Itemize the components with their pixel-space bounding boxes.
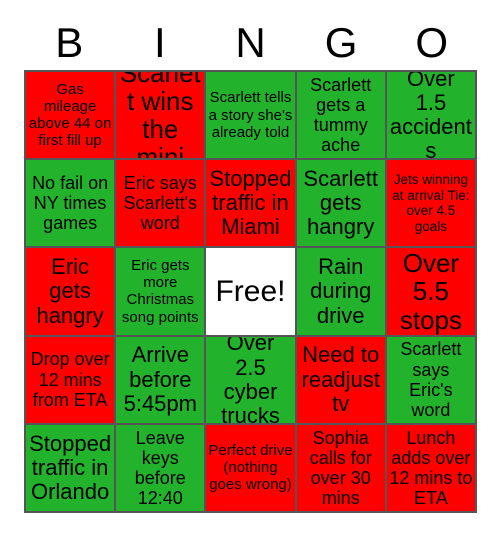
bingo-cell[interactable]: Scarlett gets hangry xyxy=(296,160,387,249)
bingo-cell[interactable]: Eric gets more Christmas song points xyxy=(116,248,207,337)
bingo-cell[interactable]: Perfect drive (nothing goes wrong) xyxy=(206,424,297,513)
bingo-cell[interactable]: Scarlett gets a tummy ache xyxy=(296,72,387,161)
bingo-cell-label: Eric says Scarlett's word xyxy=(123,173,198,234)
bingo-cell[interactable]: Eric says Scarlett's word xyxy=(116,160,207,249)
bingo-cell-label: Leave keys before 12:40 xyxy=(134,427,186,509)
bingo-cell[interactable]: Need to readjust tv xyxy=(296,336,387,425)
bingo-cell[interactable]: Over 5.5 stops xyxy=(386,248,477,337)
bingo-cell-label: Stopped traffic in Miami xyxy=(209,166,292,240)
bingo-cell-label: Drop over 12 mins from ETA xyxy=(30,349,110,410)
bingo-header-letter-n: N xyxy=(235,19,266,66)
bingo-header: BINGO xyxy=(24,16,477,70)
bingo-cell-label: Perfect drive (nothing goes wrong) xyxy=(208,442,293,494)
bingo-header-letter-i: I xyxy=(154,19,166,66)
bingo-free-space[interactable]: Free! xyxy=(206,248,297,337)
bingo-cell-label: Arrive before 5:45pm xyxy=(123,342,197,416)
bingo-cell[interactable]: Gas mileage above 44 on first fill up xyxy=(26,72,117,161)
bingo-cell[interactable]: No fail on NY times games xyxy=(26,160,117,249)
bingo-header-letter-o: O xyxy=(415,19,448,66)
bingo-cell-label: Sophia calls for over 30 mins xyxy=(309,427,372,509)
bingo-cell-label: Scarlett wins the mini xyxy=(119,72,201,161)
bingo-header-letter-b: B xyxy=(55,19,84,66)
bingo-cell[interactable]: Arrive before 5:45pm xyxy=(116,336,207,425)
bingo-cell[interactable]: Rain during drive xyxy=(296,248,387,337)
bingo-cell[interactable]: Over 2.5 cyber trucks xyxy=(206,336,297,425)
bingo-grid: Gas mileage above 44 on first fill up Sca… xyxy=(24,70,477,513)
bingo-cell[interactable]: Sophia calls for over 30 mins xyxy=(296,424,387,513)
bingo-cell-label: Need to readjust tv xyxy=(301,342,380,416)
bingo-cell-label: Scarlett gets a tummy ache xyxy=(310,74,372,156)
bingo-cell[interactable]: Eric gets hangry xyxy=(26,248,117,337)
bingo-cell[interactable]: Scarlett wins the mini xyxy=(116,72,207,161)
bingo-cell-label: Over 1.5 accidents xyxy=(389,72,472,161)
bingo-cell[interactable]: Leave keys before 12:40 xyxy=(116,424,207,513)
bingo-cell[interactable]: Scarlett says Eric's word xyxy=(386,336,477,425)
bingo-cell-label: Lunch adds over 12 mins to ETA xyxy=(389,427,473,509)
bingo-cell-label: Scarlett gets hangry xyxy=(303,166,378,240)
bingo-cell[interactable]: Stopped traffic in Miami xyxy=(206,160,297,249)
bingo-cell[interactable]: Drop over 12 mins from ETA xyxy=(26,336,117,425)
bingo-cell-label: Over 2.5 cyber trucks xyxy=(221,336,280,425)
bingo-cell[interactable]: Lunch adds over 12 mins to ETA xyxy=(386,424,477,513)
bingo-cell[interactable]: Over 1.5 accidents xyxy=(386,72,477,161)
bingo-card: B I N G O Gas mileage above 44 on first fill… xyxy=(0,0,500,544)
bingo-free-space-label: Free! xyxy=(215,274,286,308)
bingo-cell-label: Gas mileage above 44 on first fill up xyxy=(28,80,112,150)
bingo-cell-label: Scarlett says Eric's word xyxy=(400,339,462,420)
bingo-cell-label: Eric gets more Christmas song points xyxy=(121,257,199,326)
bingo-cell-label: Rain during drive xyxy=(310,254,372,328)
bingo-cell-label: Stopped traffic in Orlando xyxy=(29,430,112,504)
bingo-cell[interactable]: Jets winning at arrival Tie: over 4.5 go… xyxy=(386,160,477,249)
bingo-header-letter-g: G xyxy=(324,19,358,66)
bingo-cell-label: Over 5.5 stops xyxy=(399,248,462,335)
bingo-cell-label: Eric gets hangry xyxy=(36,254,104,328)
bingo-cell-label: Scarlett tells a story she's already tol… xyxy=(208,89,293,141)
bingo-cell[interactable]: Scarlett tells a story she's already tol… xyxy=(206,72,297,161)
bingo-cell-label: Jets winning at arrival Tie: over 4.5 go… xyxy=(392,172,470,234)
bingo-cell[interactable]: Stopped traffic in Orlando xyxy=(26,424,117,513)
bingo-cell-label: No fail on NY times games xyxy=(32,173,109,234)
